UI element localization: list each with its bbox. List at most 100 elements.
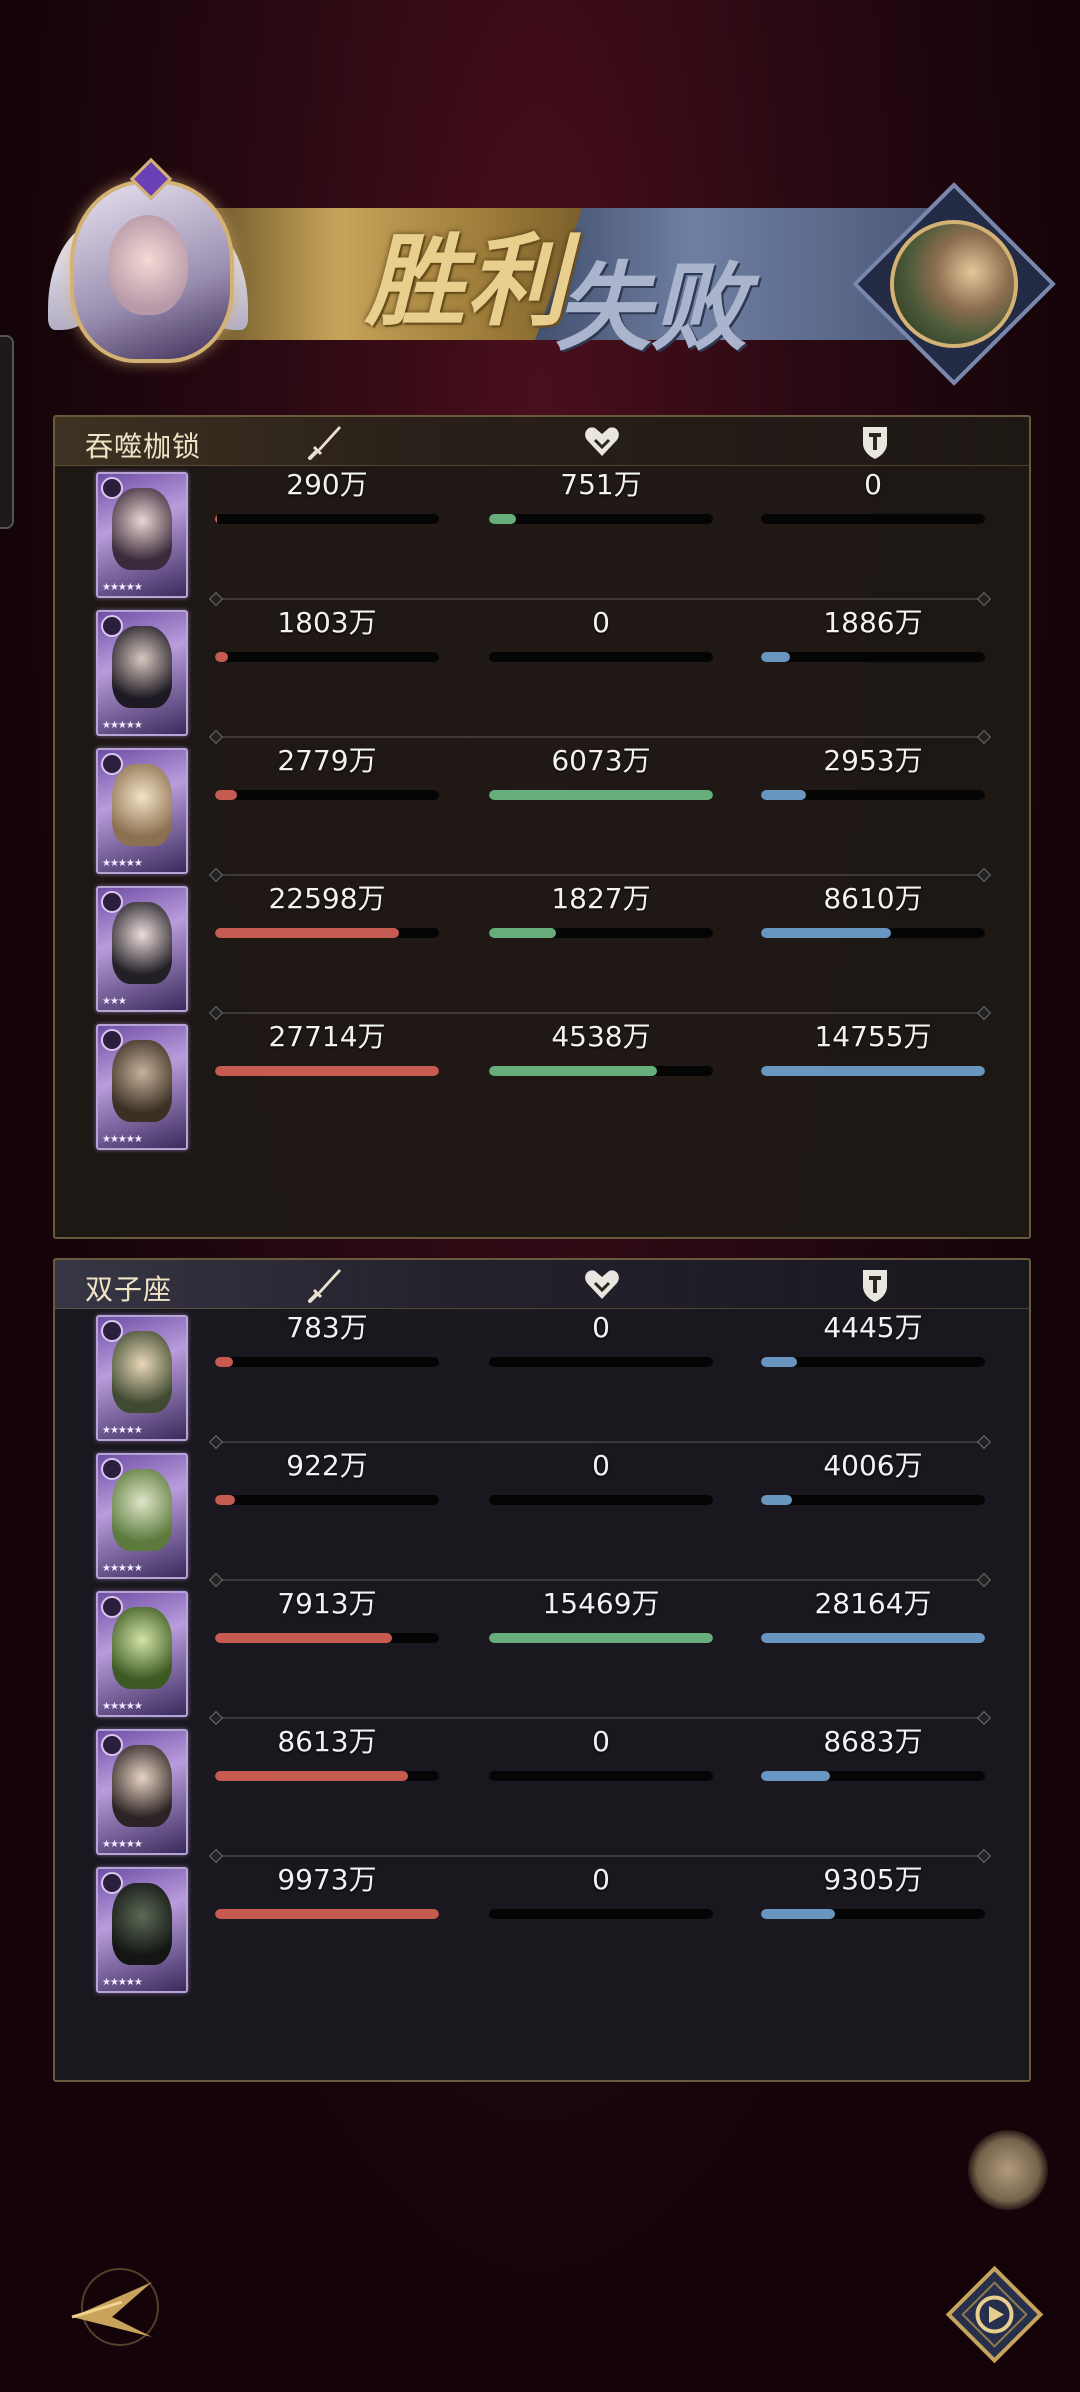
heal-value: 0: [592, 1311, 610, 1344]
team-panel-winner: 吞噬枷锁 ★★★★★ 290万 751万 0 ★★★★★ 1803万 0 188…: [53, 415, 1031, 1239]
replay-icon[interactable]: [942, 2262, 1047, 2367]
role-badge-icon: [101, 891, 123, 913]
star-rating: ★★★: [102, 996, 127, 1007]
floating-assistant-orb[interactable]: [968, 2130, 1048, 2210]
character-card[interactable]: ★★★★★: [96, 1729, 188, 1855]
damage-stat: 1803万: [215, 605, 439, 662]
heal-bar-fill: [489, 928, 557, 938]
damage-value: 922万: [286, 1449, 368, 1482]
loser-avatar[interactable]: [852, 182, 1056, 386]
damage-bar: [215, 928, 439, 938]
damage-stat: 8613万: [215, 1724, 439, 1781]
star-rating: ★★★★★: [102, 720, 143, 731]
character-card[interactable]: ★★★★★: [96, 1591, 188, 1717]
tank-value: 4445万: [823, 1311, 923, 1344]
tank-bar: [761, 514, 985, 524]
role-badge-icon: [101, 1872, 123, 1894]
row-divider: [215, 736, 985, 738]
tank-value: 0: [864, 468, 882, 501]
damage-value: 8613万: [277, 1725, 377, 1758]
character-portrait: [112, 902, 172, 984]
tank-bar: [761, 1909, 985, 1919]
tank-value: 4006万: [823, 1449, 923, 1482]
back-arrow-icon[interactable]: [52, 2262, 162, 2352]
character-card[interactable]: ★★★★★: [96, 610, 188, 736]
player-row[interactable]: ★★★★★ 7913万 15469万 28164万: [55, 1586, 1029, 1724]
tank-stat: 8610万: [761, 881, 985, 938]
heal-bar: [489, 1909, 713, 1919]
heal-value: 15469万: [542, 1587, 660, 1620]
panel-header: 吞噬枷锁: [55, 417, 1029, 466]
heal-stat: 0: [489, 605, 713, 662]
heart-icon: [585, 1270, 619, 1299]
damage-value: 1803万: [277, 606, 377, 639]
character-card[interactable]: ★★★★★: [96, 1315, 188, 1441]
damage-bar-fill: [215, 928, 399, 938]
heal-bar: [489, 928, 713, 938]
damage-bar-fill: [215, 790, 238, 800]
side-drawer-tab[interactable]: [0, 335, 14, 529]
heal-bar-fill: [489, 1066, 657, 1076]
player-row[interactable]: ★★★★★ 922万 0 4006万: [55, 1448, 1029, 1586]
tank-bar-fill: [761, 1909, 835, 1919]
character-portrait: [112, 1745, 172, 1827]
player-row[interactable]: ★★★★★ 290万 751万 0: [55, 467, 1029, 605]
tank-stat: 2953万: [761, 743, 985, 800]
heal-bar-fill: [489, 514, 516, 524]
character-portrait: [112, 1331, 172, 1413]
tank-value: 28164万: [814, 1587, 932, 1620]
player-row[interactable]: ★★★ 22598万 1827万 8610万: [55, 881, 1029, 1019]
tank-value: 9305万: [823, 1863, 923, 1896]
character-card[interactable]: ★★★★★: [96, 1867, 188, 1993]
character-portrait: [112, 1040, 172, 1122]
sword-icon: [308, 426, 341, 460]
player-row[interactable]: ★★★★★ 1803万 0 1886万: [55, 605, 1029, 743]
team-name: 双子座: [85, 1273, 173, 1306]
tank-bar-fill: [761, 1633, 985, 1643]
player-row[interactable]: ★★★★★ 8613万 0 8683万: [55, 1724, 1029, 1862]
character-portrait: [112, 1607, 172, 1689]
player-row[interactable]: ★★★★★ 27714万 4538万 14755万: [55, 1019, 1029, 1157]
damage-bar: [215, 1909, 439, 1919]
heal-value: 4538万: [551, 1020, 651, 1053]
star-rating: ★★★★★: [102, 1425, 143, 1436]
tank-stat: 8683万: [761, 1724, 985, 1781]
tank-stat: 4006万: [761, 1448, 985, 1505]
heal-stat: 1827万: [489, 881, 713, 938]
player-row[interactable]: ★★★★★ 2779万 6073万 2953万: [55, 743, 1029, 881]
star-rating: ★★★★★: [102, 1701, 143, 1712]
damage-stat: 27714万: [215, 1019, 439, 1076]
tank-stat: 9305万: [761, 1862, 985, 1919]
heal-bar-fill: [489, 790, 713, 800]
heal-stat: 0: [489, 1310, 713, 1367]
tank-bar: [761, 1495, 985, 1505]
shield-icon: [863, 427, 887, 459]
character-card[interactable]: ★★★★★: [96, 1024, 188, 1150]
tank-bar-fill: [761, 790, 806, 800]
player-row[interactable]: ★★★★★ 9973万 0 9305万: [55, 1862, 1029, 2000]
damage-value: 9973万: [277, 1863, 377, 1896]
shield-icon: [863, 1270, 887, 1302]
tank-value: 8683万: [823, 1725, 923, 1758]
star-rating: ★★★★★: [102, 1563, 143, 1574]
tank-bar: [761, 928, 985, 938]
heal-bar: [489, 1495, 713, 1505]
heal-stat: 0: [489, 1862, 713, 1919]
winner-avatar[interactable]: [48, 157, 248, 375]
damage-bar-fill: [215, 1771, 408, 1781]
heal-bar-fill: [489, 1633, 713, 1643]
role-badge-icon: [101, 615, 123, 637]
tank-bar-fill: [761, 1066, 985, 1076]
character-card[interactable]: ★★★: [96, 886, 188, 1012]
heal-stat: 0: [489, 1448, 713, 1505]
character-card[interactable]: ★★★★★: [96, 1453, 188, 1579]
damage-bar: [215, 652, 439, 662]
heal-bar: [489, 790, 713, 800]
player-row[interactable]: ★★★★★ 783万 0 4445万: [55, 1310, 1029, 1448]
character-card[interactable]: ★★★★★: [96, 748, 188, 874]
heal-bar: [489, 1357, 713, 1367]
tank-value: 14755万: [814, 1020, 932, 1053]
heal-value: 0: [592, 1863, 610, 1896]
character-card[interactable]: ★★★★★: [96, 472, 188, 598]
tank-bar: [761, 1066, 985, 1076]
